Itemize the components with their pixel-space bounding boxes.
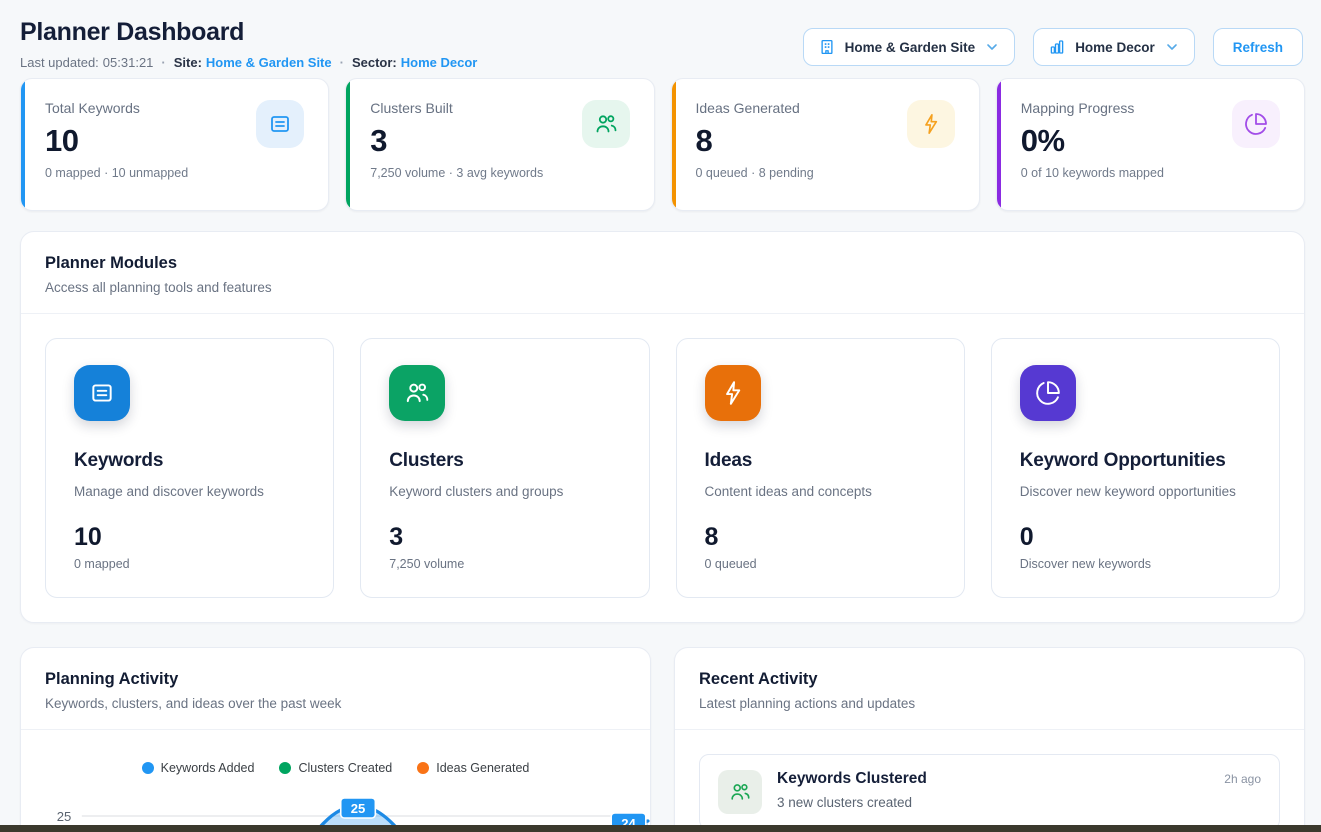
users-icon bbox=[718, 770, 762, 814]
legend-label: Ideas Generated bbox=[436, 761, 529, 775]
pie-chart-icon bbox=[1232, 100, 1280, 148]
module-title: Clusters bbox=[389, 450, 620, 472]
planning-activity-title: Planning Activity bbox=[45, 670, 626, 689]
activity-description: 3 new clusters created bbox=[777, 795, 1261, 810]
planning-activity-header: Planning Activity Keywords, clusters, an… bbox=[21, 648, 650, 730]
activity-body: Keywords Clustered 2h ago 3 new clusters… bbox=[777, 770, 1261, 810]
modules-subtitle: Access all planning tools and features bbox=[45, 280, 1280, 295]
module-card-keywords[interactable]: Keywords Manage and discover keywords 10… bbox=[45, 338, 334, 598]
activity-timestamp: 2h ago bbox=[1224, 772, 1261, 786]
lightning-icon bbox=[907, 100, 955, 148]
refresh-button[interactable]: Refresh bbox=[1213, 28, 1303, 66]
stat-card-mapping-progress: Mapping Progress 0% 0 of 10 keywords map… bbox=[996, 78, 1305, 211]
users-icon bbox=[389, 365, 445, 421]
module-value: 8 bbox=[705, 523, 936, 552]
bottom-row: Planning Activity Keywords, clusters, an… bbox=[20, 647, 1305, 832]
building-icon bbox=[818, 38, 836, 56]
module-card-keyword-opportunities[interactable]: Keyword Opportunities Discover new keywo… bbox=[991, 338, 1280, 598]
chevron-down-icon bbox=[1164, 39, 1180, 55]
planner-dashboard-page: Planner Dashboard Last updated: 05:31:21… bbox=[0, 0, 1321, 832]
y-axis-tick: 25 bbox=[57, 809, 72, 824]
legend-dot-icon bbox=[279, 762, 291, 774]
chart-legend: Keywords Added Clusters Created Ideas Ge… bbox=[21, 761, 650, 775]
recent-activity-subtitle: Latest planning actions and updates bbox=[699, 696, 1280, 711]
stat-card-total-keywords: Total Keywords 10 0 mapped · 10 unmapped bbox=[20, 78, 329, 211]
legend-label: Clusters Created bbox=[298, 761, 392, 775]
data-label-badge: 25 bbox=[341, 798, 376, 818]
module-description: Content ideas and concepts bbox=[705, 484, 936, 499]
stat-card-ideas-generated: Ideas Generated 8 0 queued · 8 pending bbox=[671, 78, 980, 211]
pie-chart-icon bbox=[1020, 365, 1076, 421]
meta-separator: · bbox=[340, 55, 344, 70]
module-value: 0 bbox=[1020, 523, 1251, 552]
last-updated-label: Last updated: bbox=[20, 55, 99, 70]
module-title: Keywords bbox=[74, 450, 305, 472]
sector-selector-value: Home Decor bbox=[1075, 40, 1155, 55]
legend-dot-icon bbox=[142, 762, 154, 774]
activity-title: Keywords Clustered bbox=[777, 770, 927, 788]
meta-separator: · bbox=[161, 55, 165, 70]
stat-cards-row: Total Keywords 10 0 mapped · 10 unmapped… bbox=[20, 78, 1305, 211]
recent-activity-header: Recent Activity Latest planning actions … bbox=[675, 648, 1304, 730]
legend-label: Keywords Added bbox=[161, 761, 255, 775]
stat-card-clusters-built: Clusters Built 3 7,250 volume · 3 avg ke… bbox=[345, 78, 654, 211]
activity-item-keywords-clustered: Keywords Clustered 2h ago 3 new clusters… bbox=[699, 754, 1280, 830]
legend-item-ideas-generated[interactable]: Ideas Generated bbox=[417, 761, 529, 775]
module-subtext: Discover new keywords bbox=[1020, 557, 1251, 571]
planner-modules-panel: Planner Modules Access all planning tool… bbox=[20, 231, 1305, 623]
stat-subtext: 7,250 volume · 3 avg keywords bbox=[370, 166, 629, 180]
chart-area: Keywords Added Clusters Created Ideas Ge… bbox=[21, 761, 650, 832]
bar-chart-icon bbox=[1048, 38, 1066, 56]
recent-activity-panel: Recent Activity Latest planning actions … bbox=[674, 647, 1305, 832]
legend-dot-icon bbox=[417, 762, 429, 774]
module-subtext: 0 mapped bbox=[74, 557, 305, 571]
recent-activity-list: Keywords Clustered 2h ago 3 new clusters… bbox=[675, 730, 1304, 832]
planning-activity-panel: Planning Activity Keywords, clusters, an… bbox=[20, 647, 651, 832]
recent-activity-title: Recent Activity bbox=[699, 670, 1280, 689]
module-description: Discover new keyword opportunities bbox=[1020, 484, 1251, 499]
module-value: 3 bbox=[389, 523, 620, 552]
meta-line: Last updated: 05:31:21 · Site: Home & Ga… bbox=[20, 55, 477, 70]
module-card-ideas[interactable]: Ideas Content ideas and concepts 8 0 que… bbox=[676, 338, 965, 598]
site-selector-dropdown[interactable]: Home & Garden Site bbox=[803, 28, 1016, 66]
module-title: Keyword Opportunities bbox=[1020, 450, 1251, 472]
module-description: Keyword clusters and groups bbox=[389, 484, 620, 499]
module-title: Ideas bbox=[705, 450, 936, 472]
module-subtext: 0 queued bbox=[705, 557, 936, 571]
modules-grid: Keywords Manage and discover keywords 10… bbox=[21, 314, 1304, 622]
planning-activity-subtitle: Keywords, clusters, and ideas over the p… bbox=[45, 696, 626, 711]
header-controls: Home & Garden Site Home Decor bbox=[803, 28, 1303, 66]
site-link[interactable]: Home & Garden Site bbox=[206, 55, 332, 70]
modules-panel-header: Planner Modules Access all planning tool… bbox=[21, 232, 1304, 314]
chevron-down-icon bbox=[984, 39, 1000, 55]
document-icon bbox=[256, 100, 304, 148]
site-selector-value: Home & Garden Site bbox=[845, 40, 976, 55]
stat-subtext: 0 mapped · 10 unmapped bbox=[45, 166, 304, 180]
last-updated-value: 05:31:21 bbox=[103, 55, 154, 70]
module-subtext: 7,250 volume bbox=[389, 557, 620, 571]
modules-title: Planner Modules bbox=[45, 254, 1280, 273]
module-description: Manage and discover keywords bbox=[74, 484, 305, 499]
sector-link[interactable]: Home Decor bbox=[401, 55, 478, 70]
module-value: 10 bbox=[74, 523, 305, 552]
site-label: Site: bbox=[174, 55, 202, 70]
legend-item-clusters-created[interactable]: Clusters Created bbox=[279, 761, 392, 775]
page-title: Planner Dashboard bbox=[20, 18, 477, 47]
title-block: Planner Dashboard Last updated: 05:31:21… bbox=[20, 18, 477, 70]
sector-label: Sector: bbox=[352, 55, 397, 70]
document-icon bbox=[74, 365, 130, 421]
lightning-icon bbox=[705, 365, 761, 421]
svg-text:25: 25 bbox=[351, 801, 366, 816]
stat-subtext: 0 queued · 8 pending bbox=[696, 166, 955, 180]
stat-subtext: 0 of 10 keywords mapped bbox=[1021, 166, 1280, 180]
sector-selector-dropdown[interactable]: Home Decor bbox=[1033, 28, 1195, 66]
users-icon bbox=[582, 100, 630, 148]
module-card-clusters[interactable]: Clusters Keyword clusters and groups 3 7… bbox=[360, 338, 649, 598]
legend-item-keywords-added[interactable]: Keywords Added bbox=[142, 761, 255, 775]
top-bar: Planner Dashboard Last updated: 05:31:21… bbox=[20, 18, 1305, 70]
bottom-edge-bar bbox=[0, 825, 1321, 832]
